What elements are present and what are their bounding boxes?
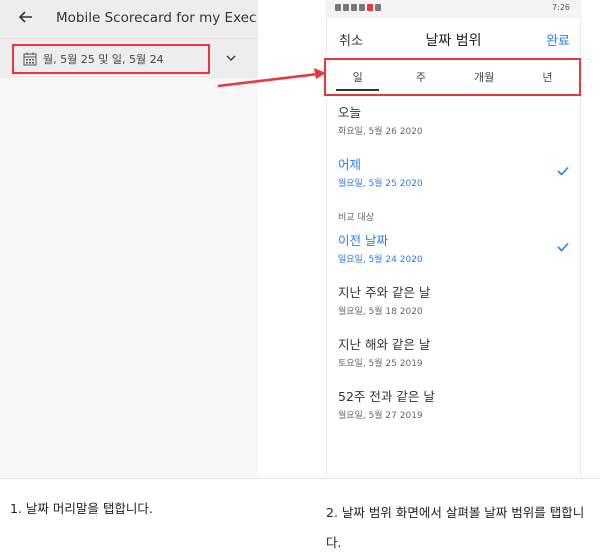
pointer-arrow bbox=[217, 68, 326, 88]
list-item-52-weeks-ago[interactable]: 52주 전과 같은 날 월요일, 5월 27 2019 bbox=[326, 382, 581, 434]
date-range-list: 오늘 화요일, 5월 26 2020 어제 월요일, 5월 25 2020 비교… bbox=[326, 98, 581, 434]
wifi-icon bbox=[351, 4, 357, 11]
checkmark-icon bbox=[557, 166, 569, 176]
notification-icon bbox=[335, 4, 341, 11]
status-icons bbox=[335, 4, 381, 11]
item-date: 월요일, 5월 27 2019 bbox=[338, 411, 423, 421]
list-item-today[interactable]: 오늘 화요일, 5월 26 2020 bbox=[326, 98, 581, 150]
dashboard-title: Mobile Scorecard for my Exec bbox=[56, 10, 257, 26]
list-item-previous-day[interactable]: 이전 날짜 일요일, 5월 24 2020 bbox=[326, 226, 581, 278]
app-icon bbox=[359, 4, 365, 11]
caption-step-2: 2. 날짜 범위 화면에서 살펴볼 날짜 범위를 탭합니다. bbox=[326, 505, 585, 550]
item-title: 52주 전과 같은 날 bbox=[338, 389, 435, 404]
range-tabs: 일 주 개월 년 bbox=[324, 58, 581, 96]
item-date: 월요일, 5월 25 2020 bbox=[338, 179, 423, 189]
item-date: 일요일, 5월 24 2020 bbox=[338, 255, 423, 265]
status-time: 7:26 bbox=[552, 3, 570, 12]
list-item-yesterday[interactable]: 어제 월요일, 5월 25 2020 bbox=[326, 150, 581, 202]
item-title: 오늘 bbox=[338, 105, 362, 120]
item-title: 어제 bbox=[338, 157, 362, 172]
checkmark-icon bbox=[557, 242, 569, 252]
divider bbox=[0, 478, 600, 479]
tab-day[interactable]: 일 bbox=[326, 60, 389, 94]
signal-icon bbox=[343, 4, 349, 11]
date-range-nav: 취소 날짜 범위 완료 bbox=[327, 18, 580, 60]
done-button[interactable]: 완료 bbox=[546, 30, 570, 49]
list-item-same-day-last-week[interactable]: 지난 주와 같은 날 월요일, 5월 18 2020 bbox=[326, 278, 581, 330]
left-app-bar: Mobile Scorecard for my Exec bbox=[0, 0, 258, 38]
item-title: 지난 해와 같은 날 bbox=[338, 337, 431, 352]
back-arrow-icon[interactable] bbox=[18, 9, 34, 25]
item-date: 토요일, 5월 25 2019 bbox=[338, 359, 423, 369]
tab-week[interactable]: 주 bbox=[389, 60, 452, 94]
item-title: 지난 주와 같은 날 bbox=[338, 285, 431, 300]
date-header-text: 월, 5월 25 및 일, 5월 24 bbox=[43, 53, 164, 66]
chevron-down-icon[interactable] bbox=[226, 54, 236, 62]
page-title: 날짜 범위 bbox=[425, 33, 482, 49]
calendar-icon bbox=[23, 52, 37, 66]
item-title: 이전 날짜 bbox=[338, 233, 388, 248]
app-icon bbox=[367, 4, 373, 11]
tab-month[interactable]: 개월 bbox=[453, 60, 516, 94]
item-date: 월요일, 5월 18 2020 bbox=[338, 307, 423, 317]
caption-step-1: 1. 날짜 머리말을 탭합니다. bbox=[10, 501, 153, 516]
status-bar: 7:26 bbox=[327, 0, 580, 18]
section-label: 비교 대상 bbox=[338, 213, 374, 223]
app-icon bbox=[375, 4, 381, 11]
list-item-same-day-last-year[interactable]: 지난 해와 같은 날 토요일, 5월 25 2019 bbox=[326, 330, 581, 382]
item-date: 화요일, 5월 26 2020 bbox=[338, 127, 423, 137]
date-header[interactable]: 월, 5월 25 및 일, 5월 24 bbox=[12, 44, 210, 74]
tab-year[interactable]: 년 bbox=[516, 60, 579, 94]
